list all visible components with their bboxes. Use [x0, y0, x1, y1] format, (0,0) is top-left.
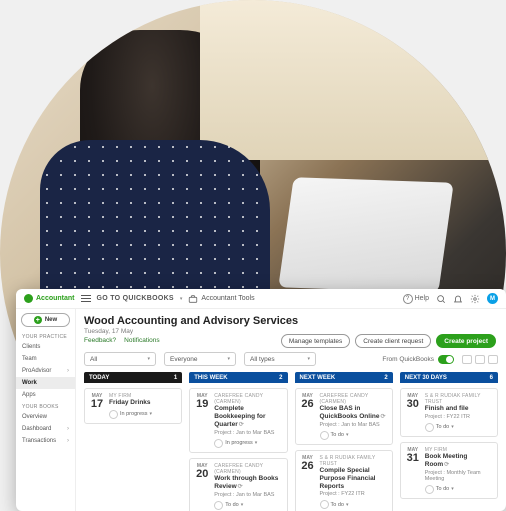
new-button[interactable]: + New: [21, 313, 70, 327]
sidebar-section-books: YOUR BOOKS: [16, 401, 75, 411]
sidebar-item-work[interactable]: Work: [16, 377, 75, 389]
menu-icon[interactable]: [81, 295, 91, 302]
chevron-down-icon[interactable]: ▾: [346, 502, 349, 508]
tab-notifications[interactable]: Notifications: [124, 337, 159, 344]
tools-label: Accountant Tools: [201, 295, 254, 302]
recurring-icon: ⟳: [239, 422, 244, 428]
column-next-30: NEXT 30 DAYS6 MAY30 S & R RUDIAK FAMILY …: [400, 372, 498, 511]
project-card[interactable]: MAY20 CAREFREE CANDY (CARMEN) Work throu…: [189, 458, 287, 511]
sidebar-item-proadvisor[interactable]: ProAdvisor›: [16, 365, 75, 377]
view-cal-icon[interactable]: [488, 355, 498, 364]
sidebar-item-apps[interactable]: Apps: [16, 389, 75, 401]
brand-logo[interactable]: Accountant: [24, 294, 75, 303]
filter-everyone[interactable]: Everyone▾: [164, 352, 236, 366]
sidebar-item-team[interactable]: Team: [16, 353, 75, 365]
column-header: NEXT WEEK2: [295, 372, 393, 383]
chevron-right-icon: ›: [67, 426, 69, 432]
chevron-down-icon: ▾: [180, 296, 183, 302]
recurring-icon: ⟳: [238, 484, 243, 490]
assignee-avatar[interactable]: [320, 431, 329, 440]
new-label: New: [45, 317, 57, 323]
assignee-avatar[interactable]: [214, 501, 223, 510]
kanban-board: TODAY1 MAY17 MY FIRM Friday Drinks In pr…: [84, 372, 498, 511]
chevron-down-icon: ▾: [147, 356, 150, 362]
plus-icon: +: [34, 316, 42, 324]
quickbooks-logo-icon: [24, 294, 33, 303]
create-client-request-button[interactable]: Create client request: [355, 334, 431, 348]
topbar: Accountant GO TO QUICKBOOKS ▾ Accountant…: [16, 289, 506, 309]
sidebar-item-dashboard[interactable]: Dashboard›: [16, 423, 75, 435]
chevron-right-icon: ›: [67, 368, 69, 374]
firm-toggle-label: From QuickBooks: [382, 356, 434, 363]
chevron-right-icon: ›: [67, 438, 69, 444]
assignee-avatar[interactable]: [214, 439, 223, 448]
project-card[interactable]: MAY30 S & R RUDIAK FAMILY TRUST Finish a…: [400, 388, 498, 437]
assignee-avatar[interactable]: [425, 485, 434, 494]
app-window: Accountant GO TO QUICKBOOKS ▾ Accountant…: [16, 289, 506, 511]
sidebar-item-clients[interactable]: Clients: [16, 341, 75, 353]
column-header: THIS WEEK2: [189, 372, 287, 383]
column-this-week: THIS WEEK2 MAY19 CAREFREE CANDY (CARMEN)…: [189, 372, 287, 511]
chevron-down-icon[interactable]: ▾: [255, 440, 258, 446]
chevron-down-icon[interactable]: ▾: [241, 502, 244, 508]
manage-templates-button[interactable]: Manage templates: [281, 334, 350, 348]
project-card[interactable]: MAY26 CAREFREE CANDY (CARMEN) Close BAS …: [295, 388, 393, 445]
project-card[interactable]: MAY19 CAREFREE CANDY (CARMEN) Complete B…: [189, 388, 287, 453]
column-next-week: NEXT WEEK2 MAY26 CAREFREE CANDY (CARMEN)…: [295, 372, 393, 511]
main-content: Wood Accounting and Advisory Services Tu…: [76, 309, 506, 511]
chevron-down-icon[interactable]: ▾: [346, 432, 349, 438]
view-grid-icon[interactable]: [462, 355, 472, 364]
search-icon[interactable]: [436, 294, 446, 304]
chevron-down-icon[interactable]: ▾: [451, 424, 454, 430]
recurring-icon: ⟳: [444, 462, 449, 468]
project-card[interactable]: MAY31 MY FIRM Book Meeting Room⟳ Project…: [400, 442, 498, 499]
user-avatar[interactable]: M: [487, 293, 498, 304]
chevron-down-icon[interactable]: ▾: [451, 486, 454, 492]
view-list-icon[interactable]: [475, 355, 485, 364]
filter-bar: All▾ Everyone▾ All types▾ From QuickBook…: [84, 352, 498, 366]
firm-toggle[interactable]: [438, 355, 454, 364]
tab-feedback[interactable]: Feedback?: [84, 337, 116, 344]
brand-label: Accountant: [36, 295, 75, 302]
column-header: NEXT 30 DAYS6: [400, 372, 498, 383]
column-today: TODAY1 MAY17 MY FIRM Friday Drinks In pr…: [84, 372, 182, 511]
sidebar-section-practice: YOUR PRACTICE: [16, 331, 75, 341]
chevron-down-icon[interactable]: ▾: [150, 411, 153, 417]
help-icon: ?: [403, 294, 413, 304]
project-card[interactable]: MAY17 MY FIRM Friday Drinks In progress▾: [84, 388, 182, 424]
sidebar: + New YOUR PRACTICE Clients Team ProAdvi…: [16, 309, 76, 511]
assignee-avatar[interactable]: [109, 410, 118, 419]
help-button[interactable]: ? Help: [403, 294, 429, 304]
column-header: TODAY1: [84, 372, 182, 383]
filter-types[interactable]: All types▾: [244, 352, 316, 366]
project-card[interactable]: MAY26 S & R RUDIAK FAMILY TRUST Compile …: [295, 450, 393, 511]
chevron-down-icon: ▾: [227, 356, 230, 362]
create-project-button[interactable]: Create project: [436, 334, 496, 348]
help-label: Help: [415, 295, 429, 302]
chevron-down-icon: ▾: [307, 356, 310, 362]
assignee-avatar[interactable]: [425, 423, 434, 432]
accountant-tools-link[interactable]: Accountant Tools: [188, 294, 254, 304]
assignee-avatar[interactable]: [320, 500, 329, 509]
filter-all[interactable]: All▾: [84, 352, 156, 366]
gear-icon[interactable]: [470, 294, 480, 304]
recurring-icon: ⟳: [380, 414, 385, 420]
sidebar-item-overview[interactable]: Overview: [16, 411, 75, 423]
toolbox-icon: [188, 294, 198, 304]
bell-icon[interactable]: [453, 294, 463, 304]
page-title: Wood Accounting and Advisory Services: [84, 315, 498, 327]
sidebar-item-transactions[interactable]: Transactions›: [16, 435, 75, 447]
go-to-quickbooks-link[interactable]: GO TO QUICKBOOKS: [97, 295, 174, 302]
